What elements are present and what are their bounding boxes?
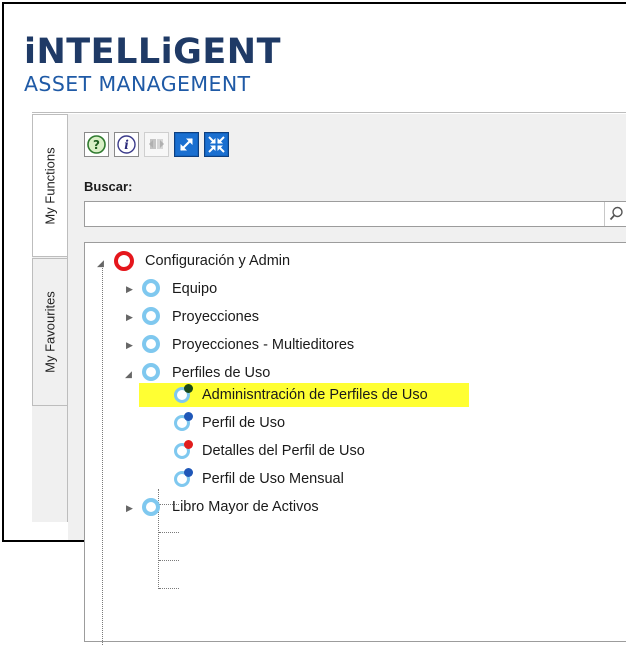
sync-icon	[149, 139, 164, 149]
tree-node-perfil-uso-mensual[interactable]: Perfil de Uso Mensual	[202, 470, 344, 488]
info-icon: i	[117, 135, 136, 154]
info-button[interactable]: i	[114, 132, 139, 157]
expand-button[interactable]	[174, 132, 199, 157]
svg-text:?: ?	[93, 138, 100, 152]
node-icon	[142, 363, 160, 381]
collapse-arrow-icon[interactable]: ◢	[125, 369, 132, 379]
node-icon	[142, 279, 160, 297]
status-dot	[184, 412, 193, 421]
node-icon	[142, 335, 160, 353]
expand-arrow-icon[interactable]: ▶	[126, 284, 133, 294]
app-logo: iNTELLiGENT ASSET MANAGEMENT	[24, 34, 281, 96]
tree-node-proyecciones-multieditores[interactable]: Proyecciones - Multieditores	[172, 336, 354, 354]
sync-button[interactable]	[144, 132, 169, 157]
expand-icon	[176, 134, 197, 155]
tree-node-root[interactable]: Configuración y Admin	[145, 252, 290, 270]
tree-node-perfil-de-uso[interactable]: Perfil de Uso	[202, 414, 285, 432]
collapse-icon	[206, 134, 227, 155]
window-frame: iNTELLiGENT ASSET MANAGEMENT My Function…	[2, 2, 626, 645]
tab-my-favourites[interactable]: My Favourites	[32, 258, 67, 406]
side-tab-strip: My Functions My Favourites	[32, 114, 68, 522]
root-node-icon	[114, 251, 134, 271]
status-dot	[184, 384, 193, 393]
help-button[interactable]: ?	[84, 132, 109, 157]
collapse-button[interactable]	[204, 132, 229, 157]
tree-connector	[102, 265, 103, 645]
expand-arrow-icon[interactable]: ▶	[126, 340, 133, 350]
help-icon: ?	[87, 135, 106, 154]
search-button[interactable]	[604, 202, 626, 226]
tree-node-detalles-perfil[interactable]: Detalles del Perfil de Uso	[202, 442, 365, 460]
search-input[interactable]	[84, 201, 626, 227]
expand-arrow-icon[interactable]: ▶	[126, 503, 133, 513]
tree-node-equipo[interactable]: Equipo	[172, 280, 217, 298]
search-label: Buscar:	[84, 179, 133, 194]
tab-my-functions[interactable]: My Functions	[32, 114, 67, 257]
status-dot	[184, 468, 193, 477]
tab-my-functions-label: My Functions	[42, 146, 58, 225]
status-dot	[184, 440, 193, 449]
tree-connector	[159, 532, 179, 533]
node-icon	[142, 307, 160, 325]
tree-connector	[159, 560, 179, 561]
node-icon	[142, 498, 160, 516]
tab-my-favourites-label: My Favourites	[42, 291, 58, 373]
functions-panel: ? i Buscar: ◢ Configuración y Admin ▶ Eq…	[68, 114, 626, 645]
tree-connector	[159, 588, 179, 589]
tree-node-proyecciones[interactable]: Proyecciones	[172, 308, 259, 326]
search-icon	[609, 206, 623, 221]
function-tree[interactable]: ◢ Configuración y Admin ▶ Equipo ▶ Proye…	[84, 242, 626, 645]
tree-node-administracion-perfiles[interactable]: Adminisntración de Perfiles de Uso	[202, 386, 428, 404]
expand-arrow-icon[interactable]: ▶	[126, 312, 133, 322]
header-divider	[32, 112, 626, 113]
svg-text:i: i	[124, 138, 129, 152]
collapse-arrow-icon[interactable]: ◢	[97, 258, 104, 268]
tree-node-perfiles-de-uso[interactable]: Perfiles de Uso	[172, 364, 270, 382]
logo-tagline: ASSET MANAGEMENT	[24, 72, 251, 96]
tree-node-libro-mayor[interactable]: Libro Mayor de Activos	[172, 498, 319, 516]
logo-wordmark: iNTELLiGENT	[24, 32, 281, 72]
